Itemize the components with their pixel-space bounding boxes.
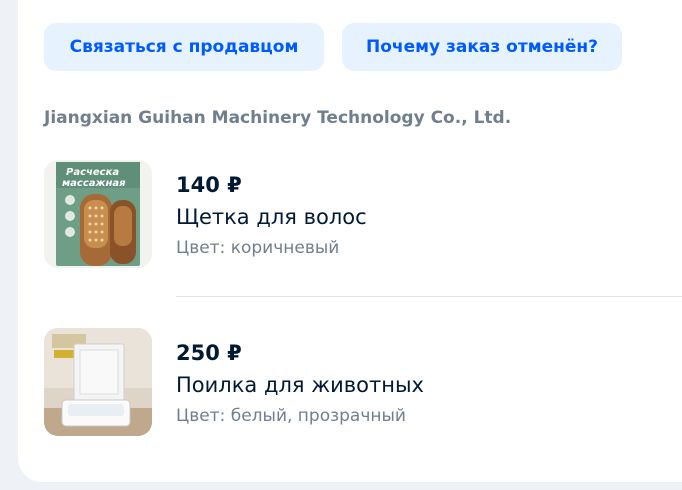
item-color: Цвет: белый, прозрачный	[176, 406, 406, 426]
items-divider	[176, 296, 682, 297]
item-price: 140 ₽	[176, 173, 242, 197]
seller-name[interactable]: Jiangxian Guihan Machinery Technology Co…	[44, 108, 511, 128]
item-price: 250 ₽	[176, 341, 242, 365]
item-title[interactable]: Поилка для животных	[176, 373, 424, 397]
item-color: Цвет: коричневый	[176, 238, 340, 258]
product-image-pet-waterer[interactable]	[44, 328, 152, 436]
order-item[interactable]: 250 ₽ Поилка для животных Цвет: белый, п…	[44, 328, 674, 438]
product-image-hairbrush[interactable]: Расческа массажная	[44, 160, 152, 268]
order-item[interactable]: Расческа массажная 140 ₽ Щетка для волос…	[44, 160, 674, 270]
item-title[interactable]: Щетка для волос	[176, 205, 367, 229]
contact-seller-button[interactable]: Связаться с продавцом	[44, 23, 324, 71]
svg-text:массажная: массажная	[62, 178, 126, 189]
why-cancelled-button[interactable]: Почему заказ отменён?	[342, 23, 622, 71]
svg-text:Расческа: Расческа	[66, 167, 119, 178]
